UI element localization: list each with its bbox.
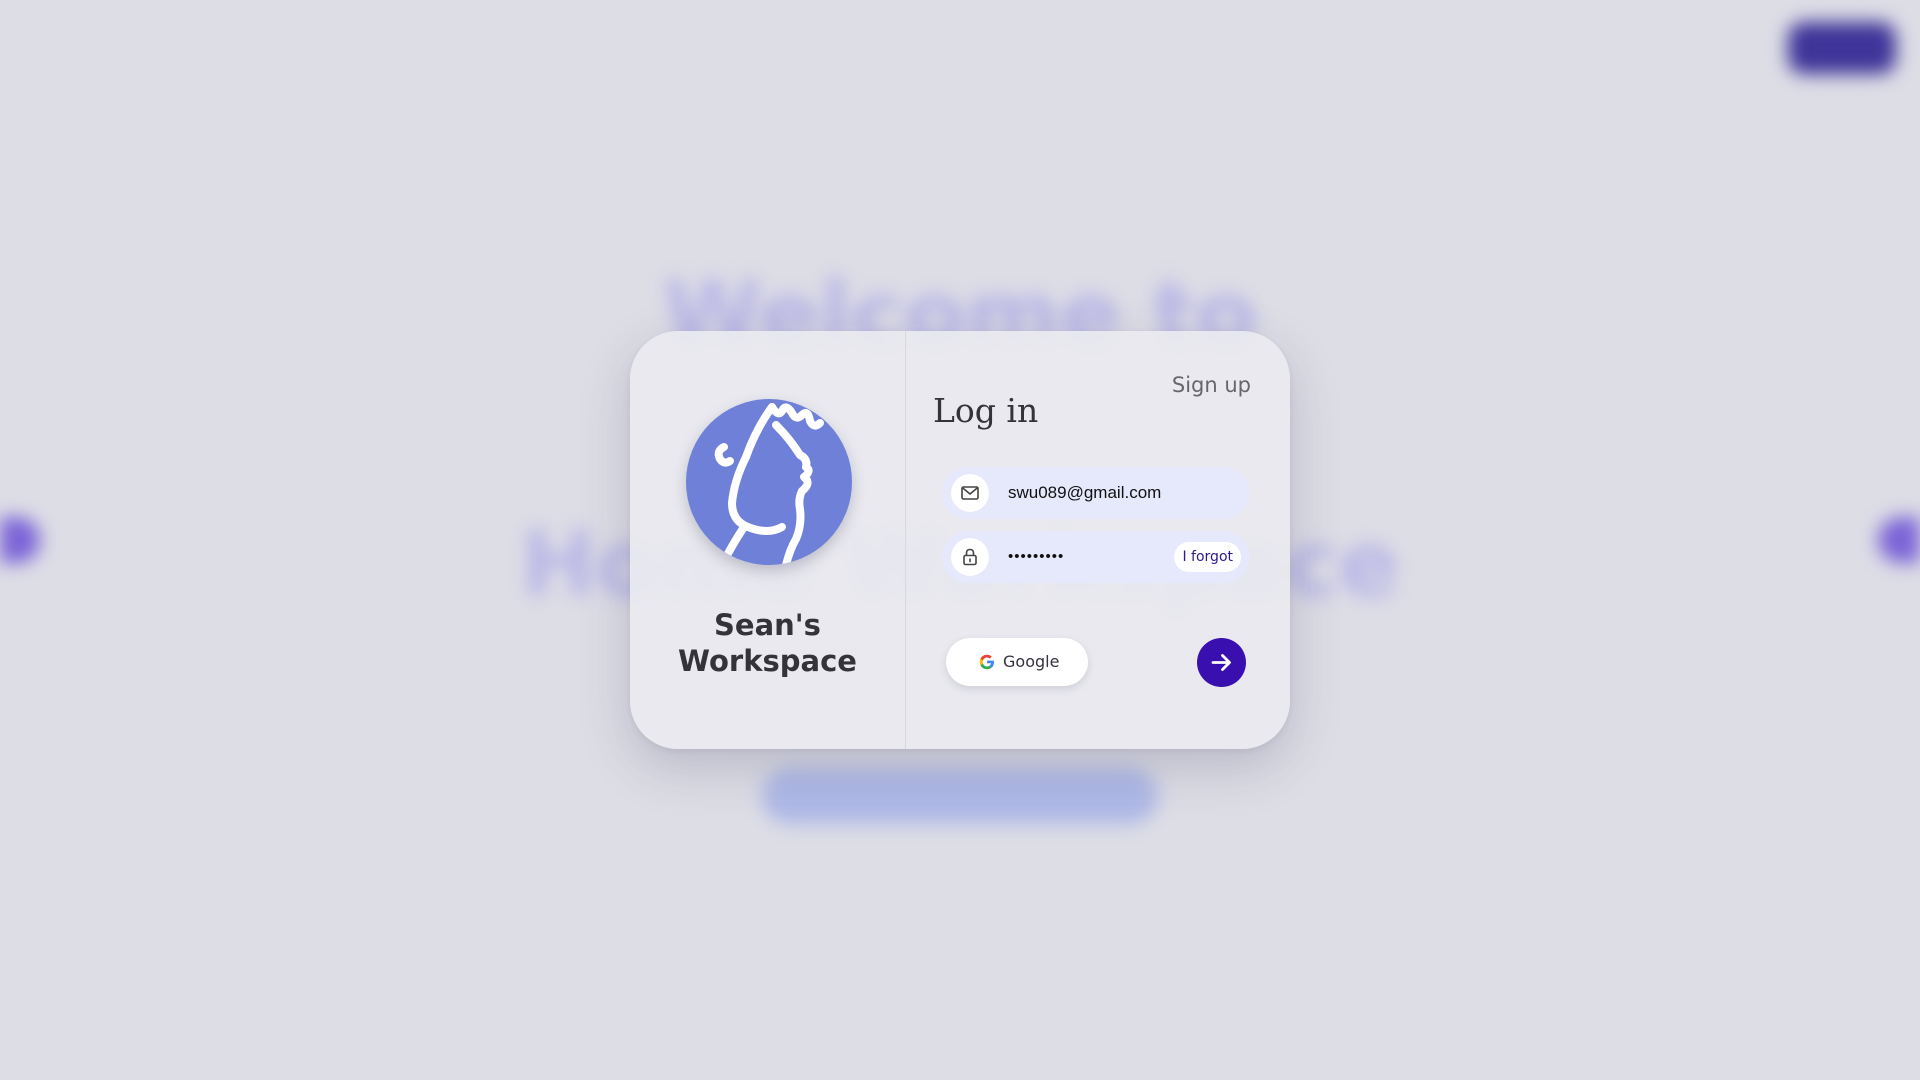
mail-icon: [961, 486, 979, 500]
email-icon-badge: [951, 474, 989, 512]
background-login-button: [1788, 22, 1896, 74]
forgot-password-button[interactable]: I forgot: [1174, 542, 1241, 572]
password-field[interactable]: ••••••••• I forgot: [942, 531, 1250, 583]
background-cta-button: [762, 768, 1158, 824]
google-login-button[interactable]: Google: [946, 638, 1088, 686]
password-icon-badge: [951, 538, 989, 576]
workspace-panel: Sean's Workspace: [630, 331, 906, 749]
email-input[interactable]: [1008, 467, 1218, 519]
workspace-name: Sean's Workspace: [678, 608, 857, 678]
background-next-arrow: [1878, 517, 1920, 563]
google-g-icon: [979, 654, 994, 670]
email-field[interactable]: [942, 467, 1250, 519]
submit-login-button[interactable]: [1197, 638, 1246, 687]
arrow-right-icon: [1211, 654, 1231, 671]
password-input[interactable]: •••••••••: [1008, 531, 1168, 583]
login-card: Sean's Workspace Sign up Log in ••••: [630, 331, 1290, 749]
login-title: Log in: [933, 391, 1039, 430]
workspace-avatar: [686, 399, 852, 565]
signup-link[interactable]: Sign up: [1172, 373, 1251, 397]
lock-icon: [963, 548, 977, 566]
cartoon-face-icon: [714, 403, 824, 565]
login-panel: Sign up Log in ••••••••• I forgot: [906, 331, 1290, 749]
google-button-label: Google: [1003, 652, 1060, 671]
